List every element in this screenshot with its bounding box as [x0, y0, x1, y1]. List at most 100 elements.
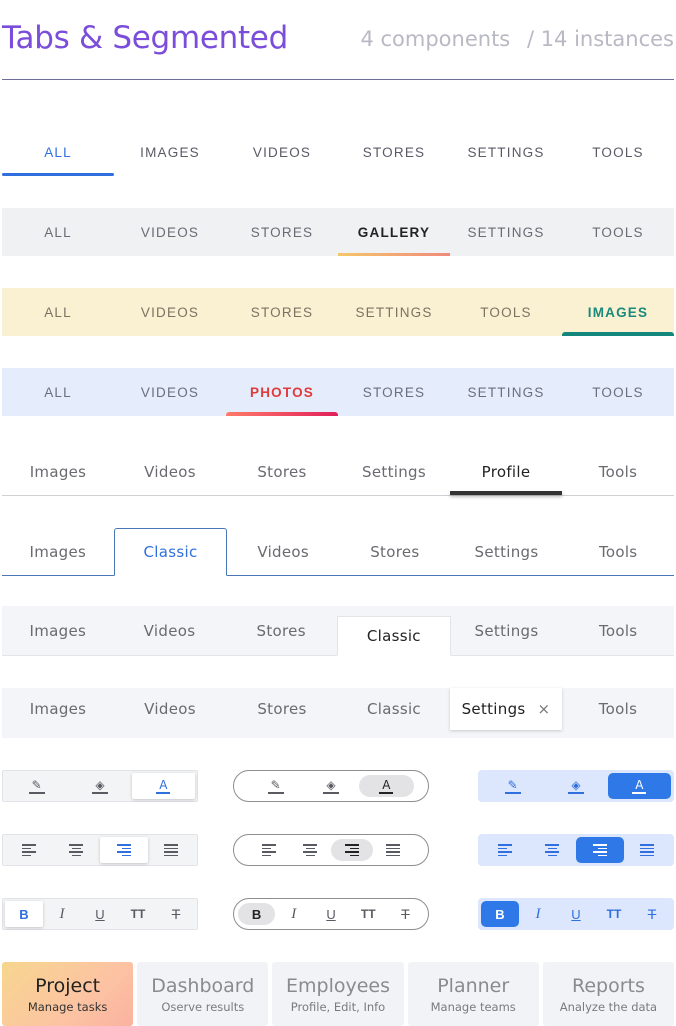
strikethrough-button[interactable]: T	[387, 903, 424, 925]
fill-button[interactable]: ◈	[544, 773, 607, 799]
tab-label: Tools	[598, 462, 638, 481]
align-right-button[interactable]	[331, 839, 373, 861]
tab-tools[interactable]: TOOLS	[562, 208, 674, 256]
tab-planner[interactable]: Planner Manage teams	[407, 962, 539, 1026]
underline-button[interactable]: U	[557, 901, 595, 927]
fill-button[interactable]: ◈	[303, 775, 358, 797]
tab-settings[interactable]: Settings	[451, 606, 563, 655]
tab-stores[interactable]: STORES	[338, 368, 450, 416]
italic-button[interactable]: I	[275, 903, 312, 925]
align-justify-button[interactable]	[373, 839, 415, 861]
pencil-button[interactable]: ✎	[481, 773, 544, 799]
tab-settings[interactable]: SETTINGS	[338, 288, 450, 336]
tab-settings[interactable]: SETTINGS	[450, 128, 562, 176]
tab-images[interactable]: Images	[2, 688, 114, 730]
tab-tools[interactable]: TOOLS	[562, 128, 674, 176]
tab-classic[interactable]: Classic	[337, 616, 451, 656]
tab-stores[interactable]: STORES	[226, 208, 338, 256]
align-center-button[interactable]	[529, 837, 577, 863]
tab-label: ALL	[44, 304, 72, 320]
tab-images[interactable]: IMAGES	[114, 128, 226, 176]
tab-stores[interactable]: STORES	[338, 128, 450, 176]
tab-videos[interactable]: VIDEOS	[114, 368, 226, 416]
strikethrough-button[interactable]: T	[157, 901, 195, 927]
tab-videos[interactable]: Videos	[114, 448, 226, 495]
tab-classic[interactable]: Classic	[338, 688, 450, 730]
italic-button[interactable]: I	[43, 901, 81, 927]
tabs-underline-blue: ALL IMAGES VIDEOS STORES SETTINGS TOOLS	[2, 128, 674, 176]
align-justify-button[interactable]	[148, 837, 196, 863]
tab-stores[interactable]: Stores	[225, 606, 337, 655]
tab-videos[interactable]: Videos	[114, 688, 226, 730]
tab-project[interactable]: Project Manage tasks	[2, 962, 134, 1026]
tab-reports[interactable]: Reports Analyze the data	[542, 962, 675, 1026]
bold-button[interactable]: B	[481, 901, 519, 927]
text-size-button[interactable]: TT	[350, 903, 387, 925]
paint-bucket-icon: ◈	[323, 779, 339, 794]
tab-all[interactable]: ALL	[2, 208, 114, 256]
align-right-button[interactable]	[576, 837, 624, 863]
tab-dashboard[interactable]: Dashboard Oserve results	[137, 962, 269, 1026]
pencil-button[interactable]: ✎	[5, 773, 68, 799]
align-left-button[interactable]	[481, 837, 529, 863]
fill-button[interactable]: ◈	[68, 773, 131, 799]
tab-all[interactable]: ALL	[2, 288, 114, 336]
tab-videos[interactable]: VIDEOS	[114, 288, 226, 336]
tab-tools[interactable]: Tools	[562, 606, 674, 655]
text-size-button[interactable]: TT	[595, 901, 633, 927]
text-size-button[interactable]: TT	[119, 901, 157, 927]
tab-label: Classic	[143, 543, 198, 561]
align-left-button[interactable]	[5, 837, 53, 863]
segmented-text-format-blue: B I U TT T	[478, 898, 674, 930]
tab-settings[interactable]: Settings	[338, 448, 450, 495]
close-icon[interactable]: ×	[538, 700, 551, 718]
strikethrough-button[interactable]: T	[633, 901, 671, 927]
tab-stores[interactable]: Stores	[339, 528, 451, 575]
tab-videos[interactable]: VIDEOS	[226, 128, 338, 176]
tab-tools[interactable]: Tools	[562, 528, 674, 575]
tab-tools[interactable]: Tools	[562, 448, 674, 495]
tab-settings[interactable]: Settings ×	[450, 688, 562, 730]
tab-gallery[interactable]: GALLERY	[338, 208, 450, 256]
tab-images[interactable]: Images	[2, 606, 114, 655]
text-color-button[interactable]: A	[358, 775, 414, 797]
tab-stores[interactable]: STORES	[226, 288, 338, 336]
tab-photos[interactable]: PHOTOS	[226, 368, 338, 416]
tab-tools[interactable]: Tools	[562, 688, 674, 730]
underline-button[interactable]: U	[81, 901, 119, 927]
align-left-button[interactable]	[248, 839, 290, 861]
tab-settings[interactable]: SETTINGS	[450, 368, 562, 416]
align-center-button[interactable]	[290, 839, 332, 861]
align-right-button[interactable]	[100, 837, 148, 863]
bold-button[interactable]: B	[5, 901, 43, 927]
underline-icon: U	[571, 906, 581, 922]
tab-settings[interactable]: Settings	[451, 528, 563, 575]
tab-stores[interactable]: Stores	[226, 448, 338, 495]
align-center-icon	[69, 844, 84, 856]
tab-profile[interactable]: Profile	[450, 448, 562, 495]
tab-tools[interactable]: TOOLS	[450, 288, 562, 336]
align-justify-button[interactable]	[624, 837, 672, 863]
components-count: 4 components	[360, 27, 511, 51]
align-center-button[interactable]	[53, 837, 101, 863]
tab-images[interactable]: IMAGES	[562, 288, 674, 336]
bold-button[interactable]: B	[238, 903, 276, 925]
text-color-button[interactable]: A	[607, 773, 671, 799]
tab-videos[interactable]: Videos	[114, 606, 226, 655]
tab-settings[interactable]: SETTINGS	[450, 208, 562, 256]
tab-images[interactable]: Images	[2, 448, 114, 495]
italic-button[interactable]: I	[519, 901, 557, 927]
underline-button[interactable]: U	[312, 903, 349, 925]
tab-tools[interactable]: TOOLS	[562, 368, 674, 416]
tab-videos[interactable]: VIDEOS	[114, 208, 226, 256]
tab-videos[interactable]: Videos	[227, 528, 339, 575]
tab-employees[interactable]: Employees Profile, Edit, Info	[272, 962, 404, 1026]
tab-classic[interactable]: Classic	[113, 528, 228, 576]
text-color-button[interactable]: A	[131, 773, 195, 799]
tab-stores[interactable]: Stores	[226, 688, 338, 730]
tab-label: GALLERY	[357, 224, 431, 240]
pencil-button[interactable]: ✎	[248, 775, 303, 797]
tab-images[interactable]: Images	[2, 528, 114, 575]
tab-all[interactable]: ALL	[2, 368, 114, 416]
tab-all[interactable]: ALL	[2, 128, 114, 176]
